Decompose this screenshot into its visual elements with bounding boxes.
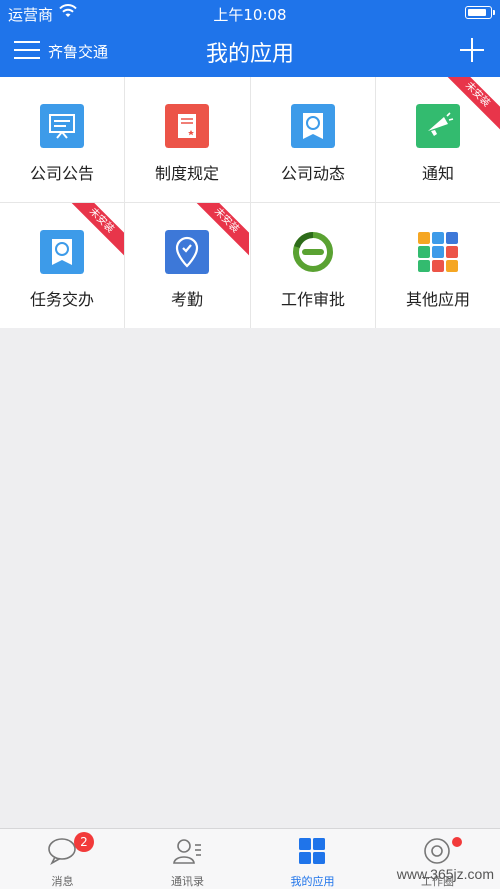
badge-icon xyxy=(291,104,335,148)
app-label: 工作审批 xyxy=(280,290,345,309)
approval-cycle-icon xyxy=(293,232,333,272)
app-label: 通知 xyxy=(421,164,454,183)
add-icon[interactable] xyxy=(460,38,484,62)
app-label: 公司公告 xyxy=(29,164,94,183)
tab-label: 通讯录 xyxy=(171,875,204,888)
chat-bubble-icon xyxy=(48,838,76,865)
notification-dot xyxy=(452,837,462,847)
top-bar: 运营商 上午10:08 齐鲁交通 我的应用 xyxy=(0,0,500,77)
app-tile-notifications[interactable]: 通知 未安装 xyxy=(376,77,500,202)
megaphone-icon xyxy=(416,104,460,148)
app-tile-work-approval[interactable]: 工作审批 xyxy=(251,203,375,328)
tab-my-apps[interactable]: 我的应用 xyxy=(250,829,375,889)
app-tile-company-news[interactable]: 公司动态 xyxy=(251,77,375,202)
app-label: 其他应用 xyxy=(405,290,470,309)
battery-icon xyxy=(465,6,495,19)
work-circle-icon xyxy=(424,838,450,864)
status-bar: 运营商 上午10:08 xyxy=(0,0,500,26)
app-tile-regulations[interactable]: 制度规定 xyxy=(125,77,249,202)
location-check-icon xyxy=(165,230,209,274)
app-tile-attendance[interactable]: 考勤 未安装 xyxy=(125,203,249,328)
tab-messages[interactable]: 2 消息 xyxy=(0,829,125,889)
apps-grid-icon xyxy=(299,838,325,864)
menu-icon[interactable] xyxy=(14,40,40,60)
app-tile-company-announcement[interactable]: 公司公告 xyxy=(0,77,124,202)
app-label: 制度规定 xyxy=(154,164,219,183)
contacts-icon xyxy=(173,839,201,864)
app-tile-other-apps[interactable]: 其他应用 xyxy=(376,203,500,328)
app-label: 任务交办 xyxy=(29,290,94,309)
org-name[interactable]: 齐鲁交通 xyxy=(48,41,108,62)
badge-icon xyxy=(40,230,84,274)
tab-label: 我的应用 xyxy=(290,875,335,888)
tab-contacts[interactable]: 通讯录 xyxy=(125,829,250,889)
regulation-book-icon xyxy=(165,104,209,148)
announcement-icon xyxy=(40,104,84,148)
unread-badge: 2 xyxy=(74,832,94,852)
watermark: www.365jz.com xyxy=(396,866,494,882)
status-time: 上午10:08 xyxy=(213,6,287,24)
app-tile-task-assignment[interactable]: 任务交办 未安装 xyxy=(0,203,124,328)
app-grid: 公司公告 制度规定 公司动态 通知 未安装 任务交办 未安装 考勤 未安装 工作… xyxy=(0,77,500,328)
app-label: 公司动态 xyxy=(280,164,345,183)
app-grid-icon xyxy=(418,232,458,272)
app-label: 考勤 xyxy=(170,290,203,309)
grid-divider xyxy=(0,202,500,203)
tab-label: 消息 xyxy=(51,875,74,888)
